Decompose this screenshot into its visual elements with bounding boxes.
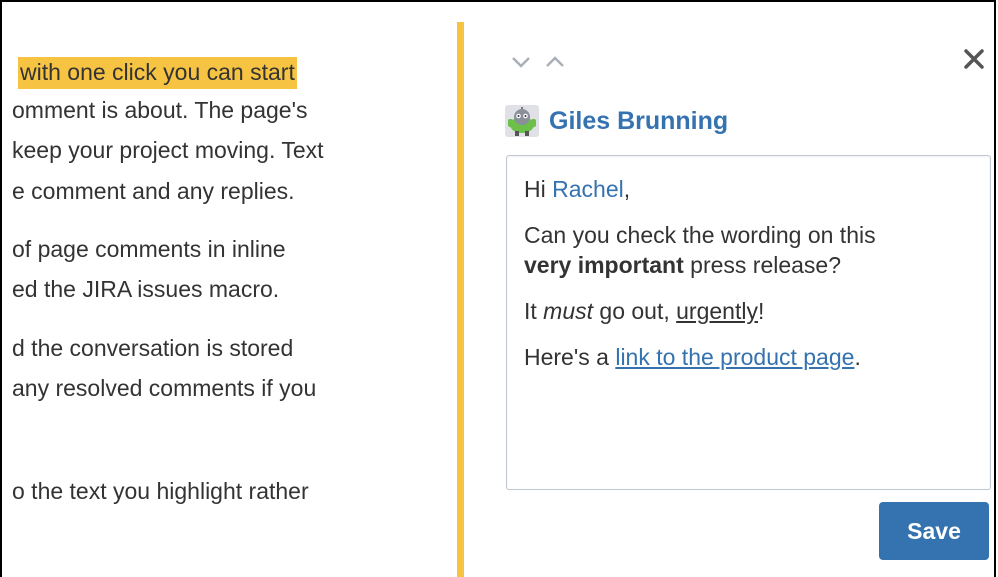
- urgency-suffix: !: [757, 298, 765, 324]
- inline-comment-panel: Giles Brunning Hi Rachel, Can you check …: [457, 22, 994, 577]
- product-page-link[interactable]: link to the product page: [615, 344, 854, 370]
- highlighted-text[interactable]: with one click you can start: [18, 57, 297, 89]
- page-line-8: any resolved comments if you: [12, 375, 317, 401]
- page-line-7: d the conversation is stored: [12, 335, 294, 361]
- author-name-link[interactable]: Giles Brunning: [549, 107, 728, 136]
- page-line-3: keep your project moving. Text: [12, 137, 324, 163]
- save-button[interactable]: Save: [879, 502, 989, 560]
- user-mention-link[interactable]: Rachel: [552, 176, 624, 202]
- link-prefix: Here's a: [524, 344, 616, 370]
- page-line-1[interactable]: with one click you can start: [18, 57, 297, 89]
- comment-author: Giles Brunning: [505, 104, 728, 138]
- greeting-suffix: ,: [623, 176, 631, 202]
- chevron-down-icon[interactable]: [508, 52, 534, 72]
- page-line-9: o the text you highlight rather: [12, 478, 309, 504]
- robot-avatar-icon[interactable]: [505, 105, 539, 137]
- comment-editor[interactable]: Hi Rachel, Can you check the wording on …: [506, 155, 991, 490]
- greeting-text: Hi: [524, 176, 553, 202]
- comment-line-greeting: Hi Rachel,: [524, 174, 973, 204]
- page-line-5: of page comments in inline: [12, 236, 286, 262]
- request-suffix: press release?: [683, 252, 842, 278]
- close-icon[interactable]: [961, 46, 987, 72]
- page-content: with one click you can start omment is a…: [2, 2, 457, 577]
- comment-line-request: Can you check the wording on this very im…: [524, 220, 973, 280]
- screenshot-frame: with one click you can start omment is a…: [0, 0, 996, 577]
- underlined-text: urgently: [676, 298, 758, 324]
- page-line-2: omment is about. The page's: [12, 97, 308, 123]
- bold-text: very important: [524, 252, 684, 278]
- urgency-prefix: It: [524, 298, 544, 324]
- comment-line-urgency: It must go out, urgently!: [524, 296, 973, 326]
- link-suffix: .: [854, 344, 861, 370]
- chevron-up-icon[interactable]: [542, 52, 568, 72]
- page-line-6: ed the JIRA issues macro.: [12, 276, 280, 302]
- urgency-middle: go out,: [593, 298, 677, 324]
- request-text: Can you check the wording on this: [524, 222, 876, 248]
- comment-line-link: Here's a link to the product page.: [524, 342, 973, 372]
- italic-text: must: [543, 298, 594, 324]
- page-line-4: e comment and any replies.: [12, 178, 295, 204]
